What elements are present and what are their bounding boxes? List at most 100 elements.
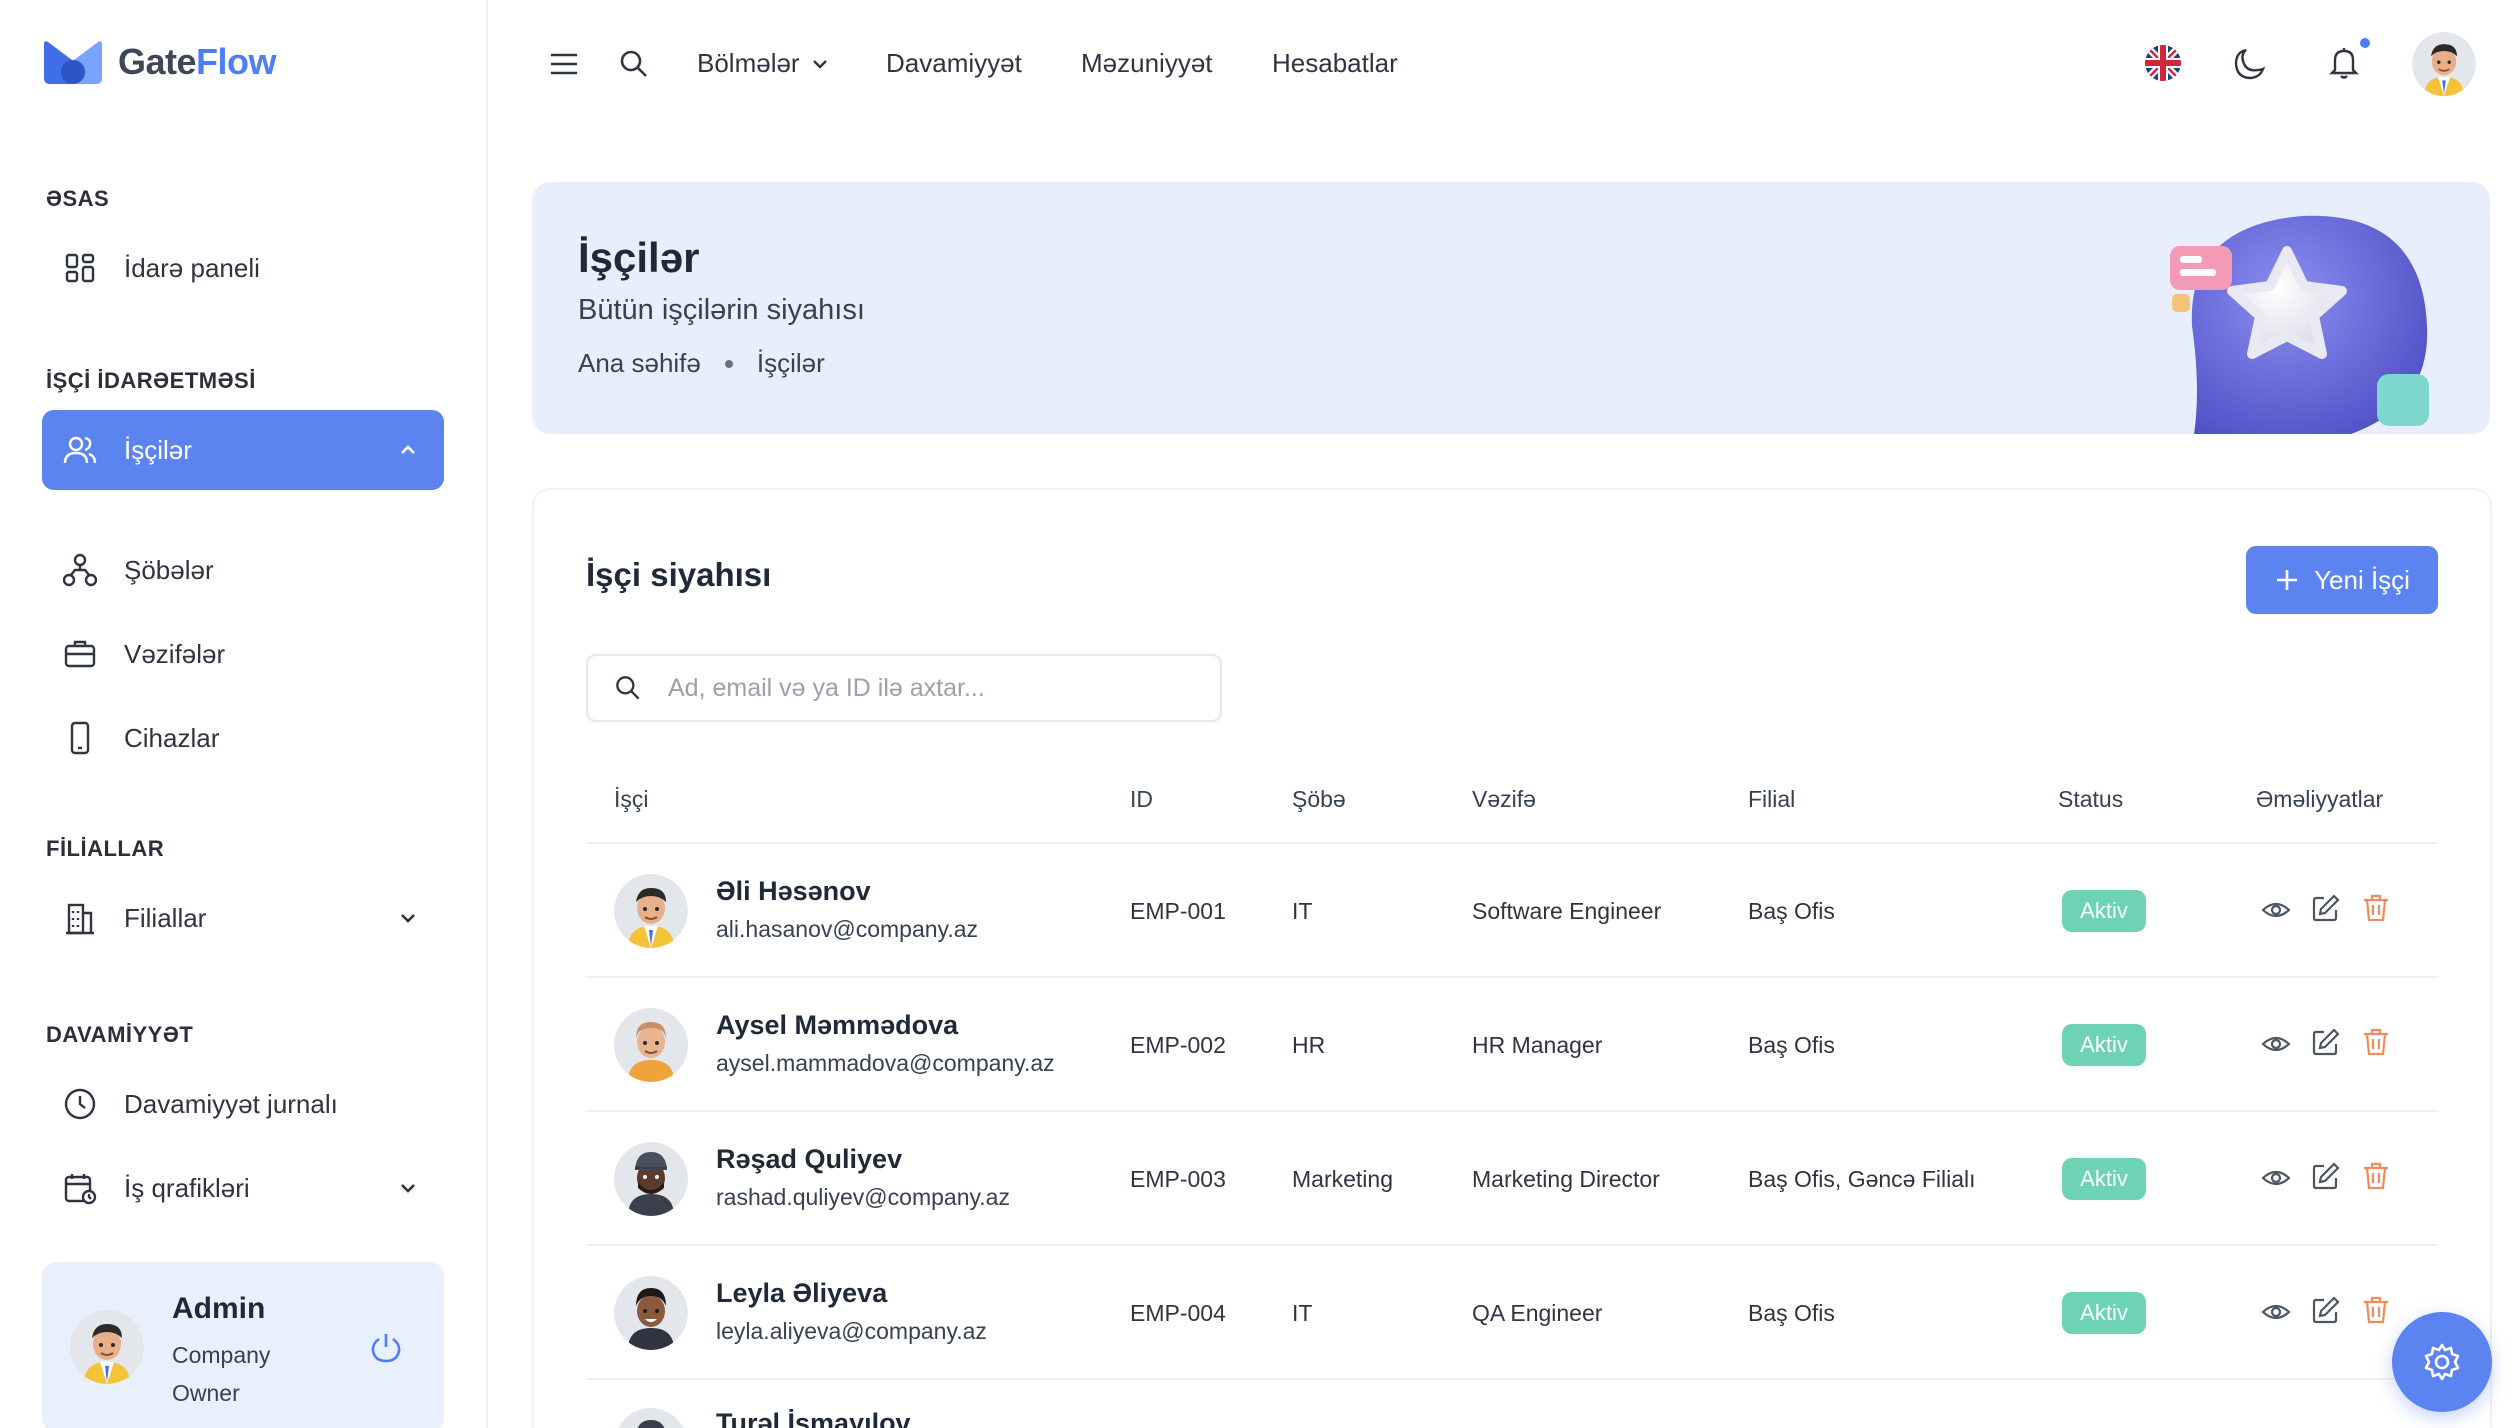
sidebar-item-devices[interactable]: Cihazlar xyxy=(42,698,444,778)
employee-position: Marketing Director xyxy=(1472,1166,1660,1192)
employee-branch: Baş Ofis xyxy=(1748,1032,1835,1058)
user-card: Admin Company Owner xyxy=(42,1262,444,1428)
column-header-id[interactable]: ID xyxy=(1130,786,1153,813)
employee-position: HR Manager xyxy=(1472,1032,1603,1058)
dashboard-icon xyxy=(62,250,98,286)
employee-id: EMP-002 xyxy=(1130,1032,1226,1058)
uk-flag-icon[interactable] xyxy=(2144,44,2182,82)
column-header-status[interactable]: Status xyxy=(2058,786,2123,813)
column-header-branch[interactable]: Filial xyxy=(1748,786,1795,813)
device-icon xyxy=(62,720,98,756)
user-name: Admin xyxy=(172,1292,266,1325)
sidebar-item-label: Şöbələr xyxy=(124,554,214,585)
power-icon[interactable] xyxy=(368,1330,404,1366)
page-subtitle: Bütün işçilərin siyahısı xyxy=(578,294,865,326)
nav-link-attendance[interactable]: Davamiyyət xyxy=(886,48,1022,79)
employee-department: HR xyxy=(1292,1032,1326,1058)
search-box xyxy=(586,654,1222,722)
avatar xyxy=(614,1408,688,1428)
employee-position: QA Engineer xyxy=(1472,1300,1603,1326)
nav-link-leave[interactable]: Məzuniyyət xyxy=(1081,48,1213,79)
chevron-down-icon xyxy=(812,59,827,69)
employee-name: Əli Həsənov xyxy=(716,876,871,906)
sidebar-item-attendance-log[interactable]: Davamiyyət jurnalı xyxy=(42,1064,444,1144)
employee-name: Leyla Əliyeva xyxy=(716,1278,888,1308)
edit-icon[interactable] xyxy=(2310,1160,2342,1192)
view-icon[interactable] xyxy=(2260,1028,2292,1060)
section-title-employees: İŞÇİ İDARƏETMƏSİ xyxy=(46,368,256,393)
employee-department: Marketing xyxy=(1292,1166,1393,1192)
breadcrumb-current: İşçilər xyxy=(756,348,825,378)
employee-id: EMP-004 xyxy=(1130,1300,1226,1326)
breadcrumb-home[interactable]: Ana səhifə xyxy=(578,348,701,379)
view-icon[interactable] xyxy=(2260,1296,2292,1328)
search-icon[interactable] xyxy=(616,46,652,82)
sidebar-item-label: İdarə paneli xyxy=(124,252,260,283)
edit-icon[interactable] xyxy=(2310,1294,2342,1326)
sidebar-item-schedules[interactable]: İş qrafikləri xyxy=(42,1148,444,1228)
avatar xyxy=(614,1008,688,1082)
sidebar-item-label: Davamiyyət jurnalı xyxy=(124,1088,338,1119)
delete-icon[interactable] xyxy=(2360,892,2392,924)
delete-icon[interactable] xyxy=(2360,1160,2392,1192)
delete-icon[interactable] xyxy=(2360,1026,2392,1058)
employee-department: IT xyxy=(1292,1300,1313,1326)
avatar[interactable] xyxy=(70,1310,144,1384)
menu-icon[interactable] xyxy=(546,46,582,82)
sidebar-item-label: İşçilər xyxy=(124,434,192,465)
employee-id: EMP-001 xyxy=(1130,898,1226,924)
status-badge: Aktiv xyxy=(2062,1024,2146,1066)
column-header-department[interactable]: Şöbə xyxy=(1292,786,1346,813)
employee-email: rashad.quliyev@company.az xyxy=(716,1184,1010,1210)
column-header-position[interactable]: Vəzifə xyxy=(1472,786,1536,813)
briefcase-icon xyxy=(62,636,98,672)
star-illustration-icon xyxy=(2170,215,2429,434)
sidebar: GateFlow ƏSAS İdarə paneli İŞÇİ İDARƏETM… xyxy=(0,0,488,1428)
section-title-branches: FİLİALLAR xyxy=(46,836,165,861)
chevron-down-icon xyxy=(401,914,415,923)
sidebar-item-positions[interactable]: Vəzifələr xyxy=(42,614,444,694)
add-employee-button[interactable]: Yeni İşçi xyxy=(2246,546,2438,614)
search-input[interactable] xyxy=(668,673,1188,703)
bell-icon[interactable] xyxy=(2326,44,2362,80)
column-header-employee[interactable]: İşçi xyxy=(614,786,649,813)
column-header-actions: Əməliyyatlar xyxy=(2256,786,2384,812)
edit-icon[interactable] xyxy=(2310,1026,2342,1058)
sidebar-item-dashboard[interactable]: İdarə paneli xyxy=(42,228,444,308)
page-header: İşçilər Bütün işçilərin siyahısı Ana səh… xyxy=(532,182,2490,434)
sidebar-item-employees[interactable]: İşçilər xyxy=(42,410,444,490)
employee-name: Rəşad Quliyev xyxy=(716,1144,903,1174)
status-badge: Aktiv xyxy=(2062,1292,2146,1334)
delete-icon[interactable] xyxy=(2360,1294,2392,1326)
notification-dot xyxy=(2358,36,2372,50)
nav-link-sections[interactable]: Bölmələr xyxy=(697,48,832,79)
nav-link-reports[interactable]: Hesabatlar xyxy=(1272,48,1398,79)
employee-branch: Baş Ofis xyxy=(1748,898,1835,924)
sidebar-item-branches[interactable]: Filiallar xyxy=(42,878,444,958)
search-icon xyxy=(616,676,640,700)
user-role: Company Owner xyxy=(172,1342,271,1406)
moon-icon[interactable] xyxy=(2232,46,2268,82)
edit-icon[interactable] xyxy=(2310,892,2342,924)
employee-id: EMP-003 xyxy=(1130,1166,1226,1192)
view-icon[interactable] xyxy=(2260,894,2292,926)
section-title-main: ƏSAS xyxy=(46,186,110,211)
page-title: İşçilər xyxy=(578,234,700,281)
divider xyxy=(586,1110,2438,1112)
divider xyxy=(586,842,2438,844)
breadcrumb-separator xyxy=(724,359,733,368)
view-icon[interactable] xyxy=(2260,1162,2292,1194)
brand[interactable]: GateFlow xyxy=(42,38,277,86)
sidebar-item-departments[interactable]: Şöbələr xyxy=(42,530,444,610)
avatar xyxy=(614,874,688,948)
settings-button[interactable] xyxy=(2392,1312,2492,1412)
divider xyxy=(586,976,2438,978)
users-icon xyxy=(62,432,98,468)
brand-name: GateFlow xyxy=(118,41,277,83)
employee-name: Aysel Məmmədova xyxy=(716,1010,959,1040)
divider xyxy=(586,1244,2438,1246)
sidebar-item-label: Cihazlar xyxy=(124,722,220,753)
avatar[interactable] xyxy=(2412,32,2476,96)
sidebar-item-label: İş qrafikləri xyxy=(124,1172,250,1203)
building-icon xyxy=(62,900,98,936)
